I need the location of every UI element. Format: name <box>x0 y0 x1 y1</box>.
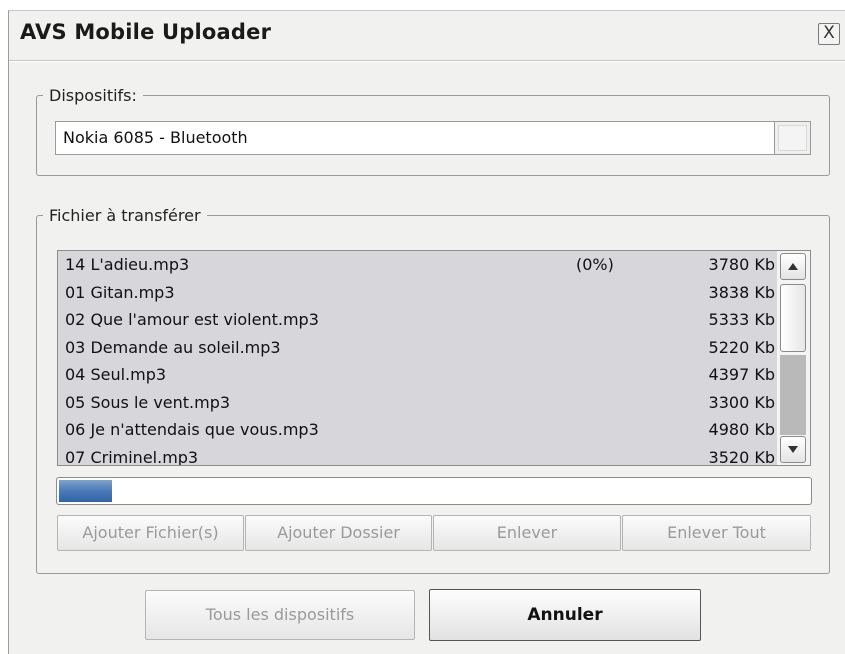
file-name: 02 Que l'amour est violent.mp3 <box>65 310 319 329</box>
file-row[interactable]: 07 Criminel.mp3 3520 Kb <box>58 444 777 466</box>
file-row[interactable]: 06 Je n'attendais que vous.mp3 4980 Kb <box>58 416 777 444</box>
file-row[interactable]: 01 Gitan.mp3 3838 Kb <box>58 279 777 307</box>
file-row[interactable]: 04 Seul.mp3 4397 Kb <box>58 361 777 389</box>
window-title: AVS Mobile Uploader <box>20 20 272 44</box>
file-size: 4980 Kb <box>708 420 775 439</box>
progress-fill <box>59 480 112 502</box>
device-select[interactable]: Nokia 6085 - Bluetooth <box>55 121 775 155</box>
file-name: 01 Gitan.mp3 <box>65 282 175 302</box>
cancel-button[interactable]: Annuler <box>429 589 701 641</box>
file-size: 3520 Kb <box>708 447 775 466</box>
file-name: 14 L'adieu.mp3 <box>65 255 190 274</box>
remove-all-button[interactable]: Enlever Tout <box>622 515 811 551</box>
triangle-up-icon <box>788 263 798 270</box>
file-name: 03 Demande au soleil.mp3 <box>65 337 281 357</box>
file-row[interactable]: 14 L'adieu.mp3 (0%) 3780 Kb <box>58 251 777 279</box>
upload-progress-bar <box>56 477 812 505</box>
add-folder-button[interactable]: Ajouter Dossier <box>245 515 432 551</box>
title-separator <box>9 60 845 62</box>
file-row[interactable]: 05 Sous le vent.mp3 3300 Kb <box>58 389 777 417</box>
devices-legend: Dispositifs: <box>49 86 137 105</box>
file-size: 3780 Kb <box>708 255 775 274</box>
files-legend: Fichier à transférer <box>49 206 201 225</box>
close-button[interactable]: X <box>818 23 840 45</box>
triangle-down-icon <box>788 446 798 453</box>
file-size: 5220 Kb <box>708 337 775 357</box>
file-size: 3838 Kb <box>708 282 775 302</box>
scrollbar-thumb[interactable] <box>780 284 806 352</box>
file-name: 06 Je n'attendais que vous.mp3 <box>65 420 319 439</box>
file-size: 3300 Kb <box>708 392 775 412</box>
scroll-up-button[interactable] <box>780 253 806 280</box>
file-progress-percent: (0%) <box>576 255 614 274</box>
file-name: 05 Sous le vent.mp3 <box>65 392 231 412</box>
all-devices-button[interactable]: Tous les dispositifs <box>145 590 415 640</box>
add-files-button[interactable]: Ajouter Fichier(s) <box>57 515 244 551</box>
dropdown-button-face <box>778 125 807 151</box>
file-list-rows: 14 L'adieu.mp3 (0%) 3780 Kb 01 Gitan.mp3 383… <box>58 251 777 465</box>
remove-button[interactable]: Enlever <box>433 515 621 551</box>
file-name: 04 Seul.mp3 <box>65 365 167 384</box>
file-list[interactable]: 14 L'adieu.mp3 (0%) 3780 Kb 01 Gitan.mp3 383… <box>57 250 811 466</box>
scroll-down-button[interactable] <box>780 436 806 463</box>
file-name: 07 Criminel.mp3 <box>65 447 199 466</box>
file-row[interactable]: 02 Que l'amour est violent.mp3 5333 Kb <box>58 306 777 334</box>
device-dropdown-button[interactable] <box>775 121 811 155</box>
scrollbar-track-pressed[interactable] <box>780 355 806 435</box>
file-row[interactable]: 03 Demande au soleil.mp3 5220 Kb <box>58 334 777 362</box>
file-size: 5333 Kb <box>708 310 775 329</box>
vertical-scrollbar[interactable] <box>777 251 810 465</box>
file-size: 4397 Kb <box>708 365 775 384</box>
